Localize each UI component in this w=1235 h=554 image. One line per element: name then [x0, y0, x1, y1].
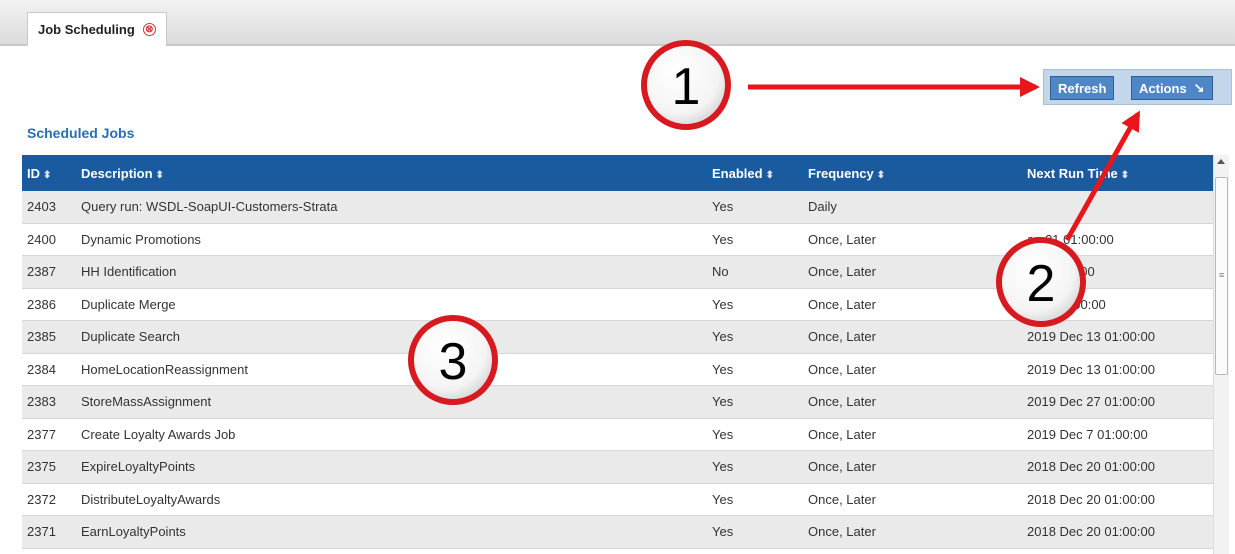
sort-icon: ⬍ — [1120, 169, 1130, 181]
cell-description: Duplicate Search — [81, 329, 180, 345]
cell-enabled: Yes — [712, 491, 734, 507]
table-body: 2403 Query run: WSDL-SoapUI-Customers-Str… — [22, 191, 1213, 549]
refresh-button[interactable]: Refresh — [1050, 76, 1115, 100]
cell-enabled: Yes — [712, 199, 734, 215]
cell-description: Duplicate Merge — [81, 296, 176, 312]
table-header: ID ⬍ Description ⬍ Enabled ⬍ Frequency ⬍ Nex… — [22, 155, 1213, 191]
cell-id: 2375 — [27, 459, 56, 475]
cell-next-run-time: 2019 Dec 27 01:00:00 — [1027, 394, 1155, 410]
tab-label: Job Scheduling — [38, 22, 135, 37]
table-row[interactable]: 2403 Query run: WSDL-SoapUI-Customers-Str… — [22, 191, 1213, 224]
cell-enabled: Yes — [712, 426, 734, 442]
cell-id: 2403 — [27, 199, 56, 215]
vertical-scrollbar[interactable]: ≡ — [1213, 155, 1229, 554]
table-row[interactable]: 2385 Duplicate Search Yes Once, Later 2019 D… — [22, 321, 1213, 354]
cell-frequency: Once, Later — [808, 264, 876, 280]
cell-description: HH Identification — [81, 264, 177, 280]
table-row[interactable]: 2400 Dynamic Promotions Yes Once, Later an 3… — [22, 223, 1213, 256]
cell-enabled: Yes — [712, 329, 734, 345]
table-row[interactable]: 2384 HomeLocationReassignment Yes Once, Lat… — [22, 353, 1213, 386]
table-row[interactable]: 2387 HH Identification No Once, Later 11 01:… — [22, 256, 1213, 289]
cell-frequency: Once, Later — [808, 361, 876, 377]
table-row[interactable]: 2372 DistributeLoyaltyAwards Yes Once, Late… — [22, 483, 1213, 516]
tab-job-scheduling[interactable]: Job Scheduling ⊗ — [27, 12, 167, 46]
sort-icon: ⬍ — [43, 169, 52, 181]
column-header-enabled[interactable]: Enabled ⬍ — [707, 166, 803, 181]
cell-id: 2371 — [27, 524, 56, 540]
cell-id: 2384 — [27, 361, 56, 377]
actions-label: Actions — [1139, 80, 1187, 96]
cell-enabled: Yes — [712, 524, 734, 540]
column-header-frequency[interactable]: Frequency ⬍ — [803, 166, 1022, 181]
cell-enabled: No — [712, 264, 729, 280]
scrollbar-thumb[interactable]: ≡ — [1215, 177, 1228, 375]
toolbar: Refresh Actions ↘ — [1043, 69, 1232, 105]
close-icon[interactable]: ⊗ — [142, 23, 156, 36]
cell-next-run-time: 11 01:00:00 — [1027, 264, 1095, 280]
cell-description: Query run: WSDL-SoapUI-Customers-Strata — [81, 199, 338, 215]
cell-id: 2387 — [27, 264, 56, 280]
cell-frequency: Once, Later — [808, 459, 876, 475]
column-header-id[interactable]: ID ⬍ — [22, 166, 76, 181]
cell-frequency: Once, Later — [808, 296, 876, 312]
cell-description: Dynamic Promotions — [81, 231, 201, 247]
cell-next-run-time: 2019 Dec 13 01:00:00 — [1027, 329, 1155, 345]
cell-frequency: Once, Later — [808, 491, 876, 507]
cell-enabled: Yes — [712, 231, 734, 247]
cell-next-run-time: 2019 Dec 7 01:00:00 — [1027, 426, 1148, 442]
cell-frequency: Once, Later — [808, 329, 876, 345]
cell-enabled: Yes — [712, 394, 734, 410]
cell-enabled: Yes — [712, 361, 734, 377]
sort-icon: ⬍ — [765, 169, 774, 181]
cell-id: 2385 — [27, 329, 56, 345]
scheduled-jobs-table: ID ⬍ Description ⬍ Enabled ⬍ Frequency ⬍ Nex… — [22, 155, 1213, 549]
cell-id: 2400 — [27, 231, 56, 247]
refresh-label: Refresh — [1058, 80, 1107, 96]
cell-next-run-time: 2018 Dec 20 01:00:00 — [1027, 524, 1155, 540]
table-row[interactable]: 2383 StoreMassAssignment Yes Once, Later 201… — [22, 386, 1213, 419]
cell-description: Create Loyalty Awards Job — [81, 426, 236, 442]
cell-frequency: Daily — [808, 199, 837, 215]
cell-id: 2377 — [27, 426, 56, 442]
callout-1: 1 — [641, 40, 731, 130]
column-header-description[interactable]: Description ⬍ — [76, 166, 707, 181]
cell-next-run-time: 2019 Dec 13 01:00:00 — [1027, 361, 1155, 377]
cell-frequency: Once, Later — [808, 524, 876, 540]
cell-next-run-time: c 13 01:00:00 — [1027, 296, 1106, 312]
arrow-down-right-icon: ↘ — [1193, 80, 1205, 95]
table-row[interactable]: 2375 ExpireLoyaltyPoints Yes Once, Later 201… — [22, 451, 1213, 484]
cell-id: 2383 — [27, 394, 56, 410]
section-title: Scheduled Jobs — [27, 125, 135, 141]
cell-description: EarnLoyaltyPoints — [81, 524, 186, 540]
table-row[interactable]: 2377 Create Loyalty Awards Job Yes Once, La… — [22, 418, 1213, 451]
sort-icon: ⬍ — [155, 169, 164, 181]
cell-description: DistributeLoyaltyAwards — [81, 491, 221, 507]
scroll-up-arrow-icon[interactable] — [1217, 159, 1225, 164]
cell-id: 2386 — [27, 296, 56, 312]
svg-text:1: 1 — [672, 58, 701, 116]
cell-frequency: Once, Later — [808, 426, 876, 442]
cell-description: HomeLocationReassignment — [81, 361, 248, 377]
column-header-next-run-time[interactable]: Next Run Time ⬍ — [1022, 166, 1213, 181]
cell-id: 2372 — [27, 491, 56, 507]
table-row[interactable]: 2371 EarnLoyaltyPoints Yes Once, Later 2018 … — [22, 516, 1213, 549]
cell-enabled: Yes — [712, 459, 734, 475]
actions-button[interactable]: Actions ↘ — [1131, 76, 1213, 100]
cell-enabled: Yes — [712, 296, 734, 312]
cell-description: StoreMassAssignment — [81, 394, 212, 410]
table-row[interactable]: 2386 Duplicate Merge Yes Once, Later c 13 01… — [22, 288, 1213, 321]
cell-frequency: Once, Later — [808, 394, 876, 410]
tab-bar: Job Scheduling ⊗ — [0, 0, 1235, 46]
cell-next-run-time: an 31 01:00:00 — [1027, 231, 1114, 247]
cell-next-run-time: 2018 Dec 20 01:00:00 — [1027, 491, 1155, 507]
cell-frequency: Once, Later — [808, 231, 876, 247]
sort-icon: ⬍ — [876, 169, 886, 181]
cell-next-run-time: 2018 Dec 20 01:00:00 — [1027, 459, 1155, 475]
cell-description: ExpireLoyaltyPoints — [81, 459, 196, 475]
